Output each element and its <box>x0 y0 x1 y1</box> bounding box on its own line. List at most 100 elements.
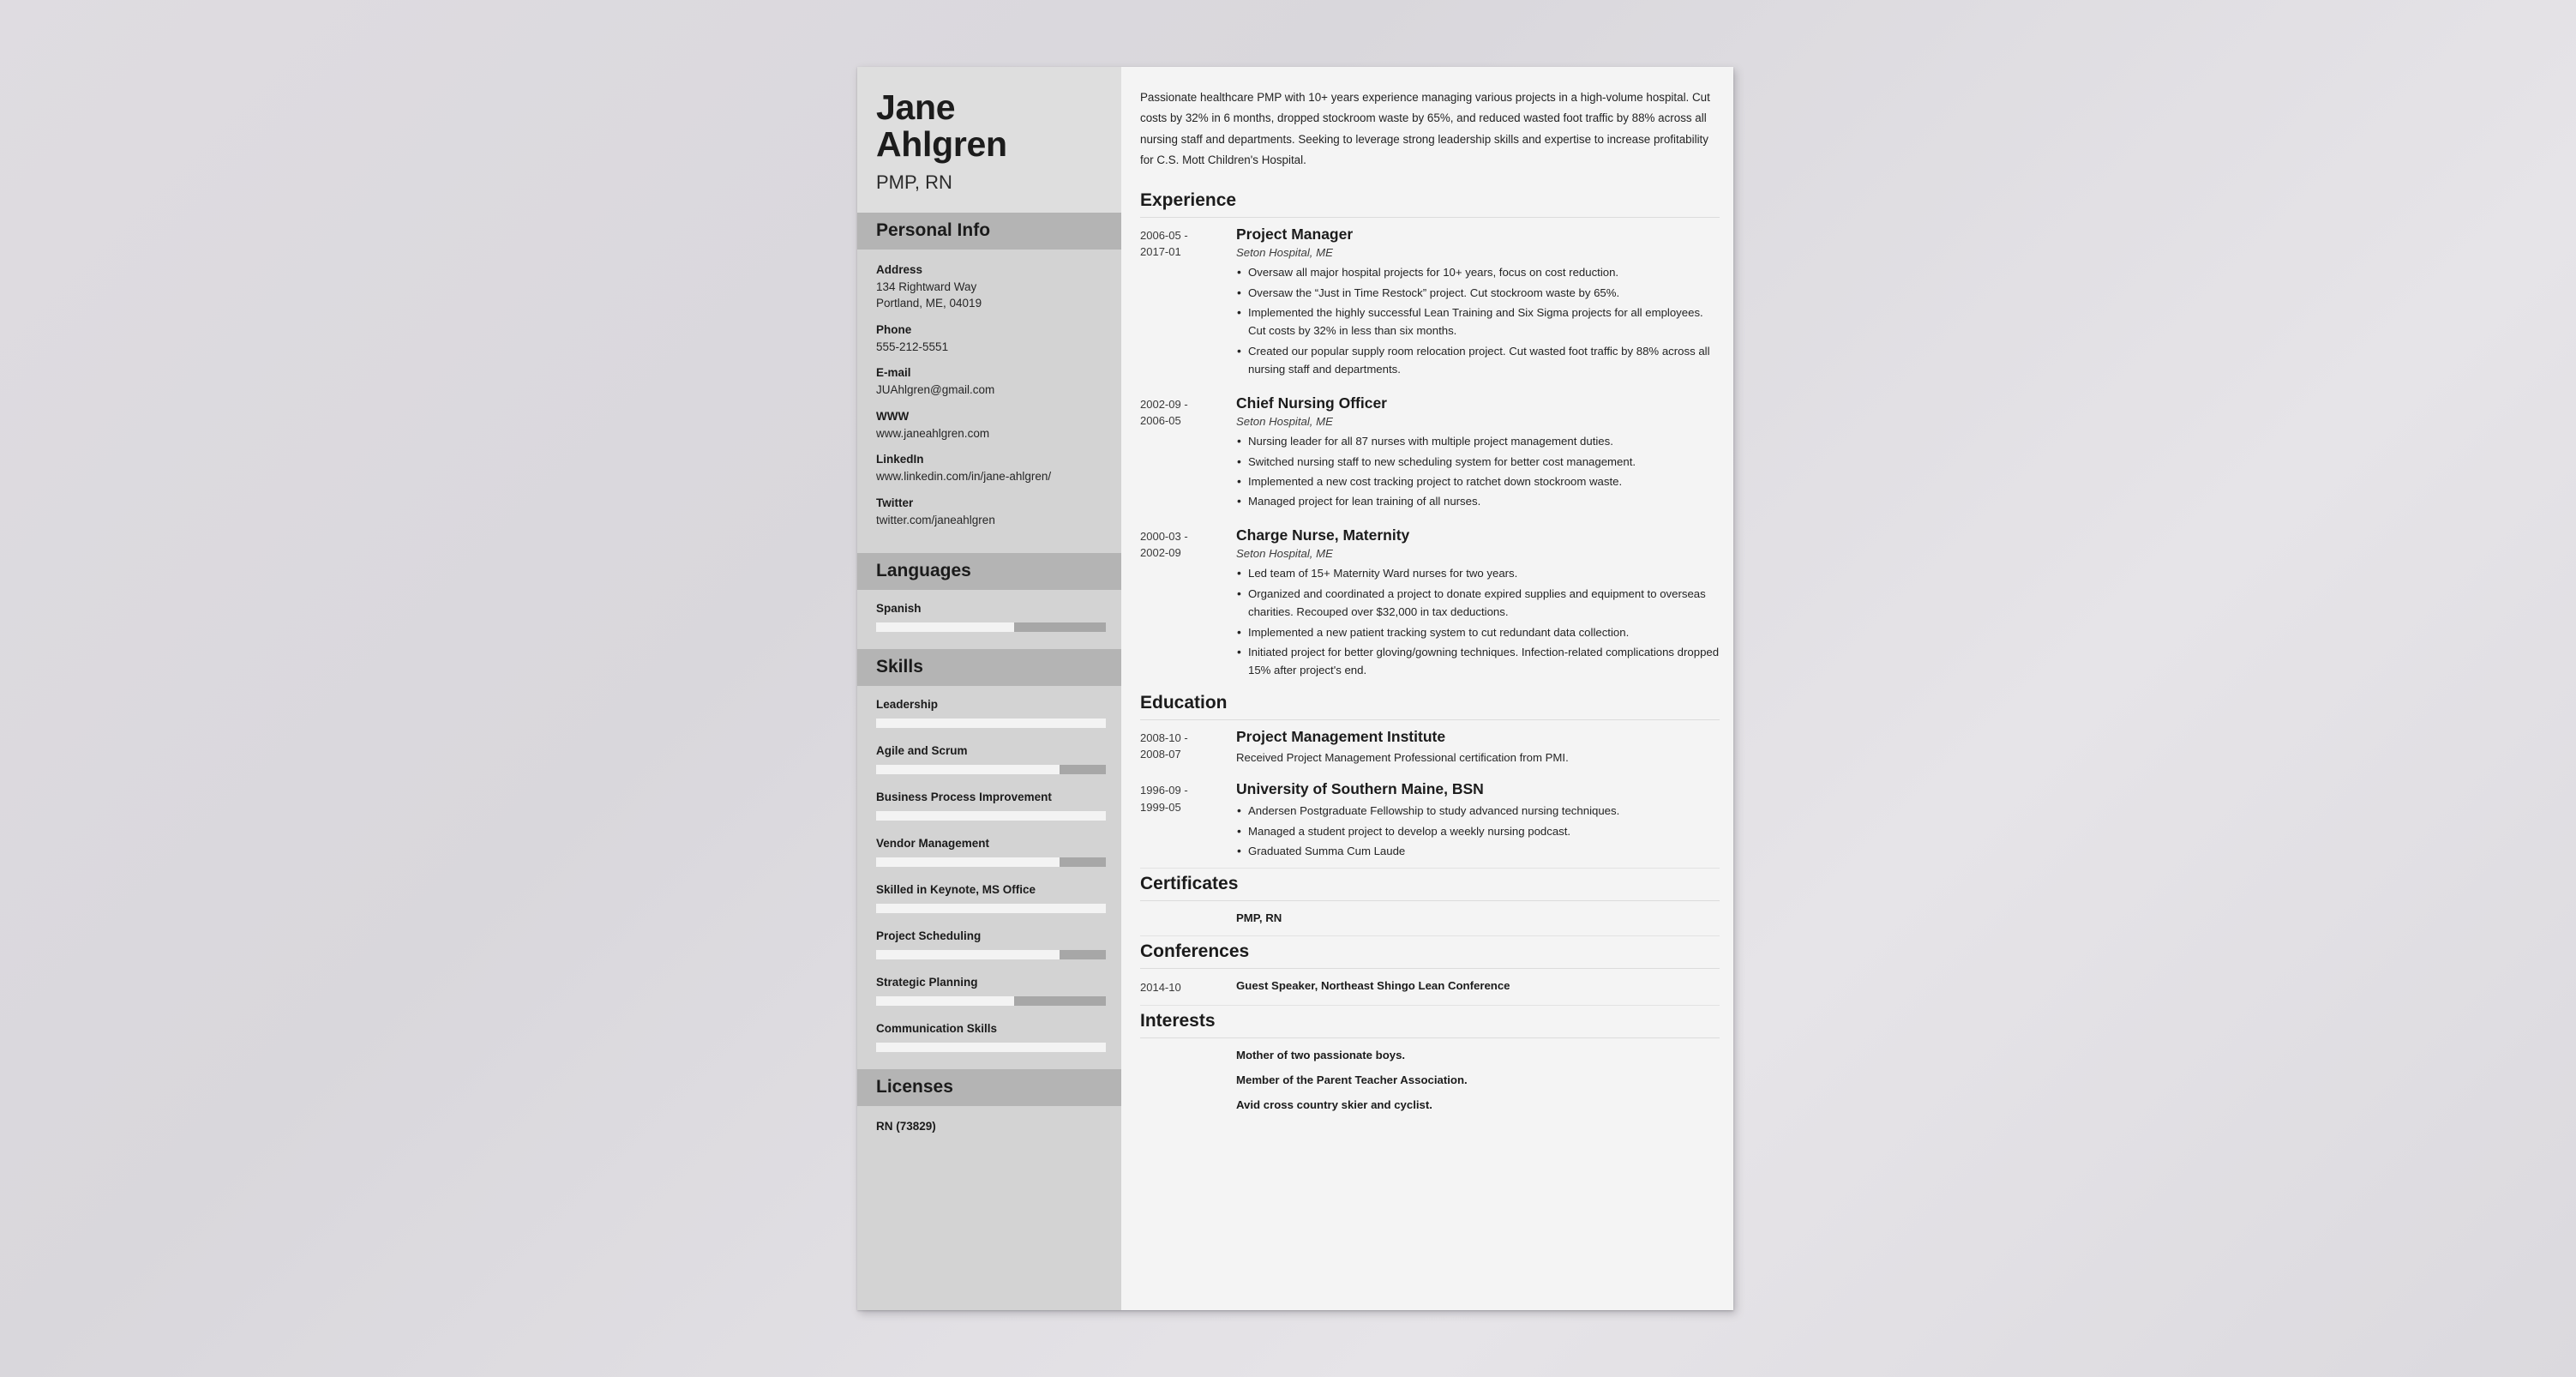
entry-date-end: 2006-05 <box>1140 414 1181 428</box>
entry-title: Project Management Institute <box>1236 727 1446 745</box>
skill-label: Agile and Scrum <box>876 743 968 757</box>
info-value[interactable]: www.janeahlgren.com <box>876 425 1102 442</box>
entry-bullet: Initiated project for better gloving/gow… <box>1236 642 1720 680</box>
conference-text: Guest Speaker, Northeast Shingo Lean Con… <box>1236 979 1510 993</box>
info-value[interactable]: www.linkedin.com/in/jane-ahlgren/ <box>876 468 1102 484</box>
skill-item-communication-skills: Communication Skills <box>876 1021 1106 1052</box>
skill-level-bar <box>876 1042 1106 1052</box>
language-level-bar <box>876 622 1106 632</box>
experience-entry-chief-nursing-officer: 2002-09 - 2006-05 Chief Nursing Officer … <box>1140 387 1720 519</box>
entry-date-end: 2008-07 <box>1140 748 1181 761</box>
personal-info-item-www: WWW www.janeahlgren.com <box>876 410 1102 442</box>
skill-level-bar <box>876 949 1106 959</box>
skill-item-project-scheduling: Project Scheduling <box>876 929 1106 959</box>
entry-bullet: Implemented a new cost tracking project … <box>1236 472 1720 491</box>
sidebar-section-header-personal-info: Personal Info <box>857 212 1121 250</box>
certificate-text: PMP, RN <box>1236 911 1282 925</box>
candidate-first-name: Jane <box>876 87 956 127</box>
entry-organization: Seton Hospital, ME <box>1236 415 1333 429</box>
entry-bullet-list: Andersen Postgraduate Fellowship to stud… <box>1236 801 1720 861</box>
personal-info-item-linkedin: LinkedIn www.linkedin.com/in/jane-ahlgre… <box>876 453 1102 484</box>
skill-level-fill <box>876 857 1060 867</box>
skill-item-business-process-improvement: Business Process Improvement <box>876 790 1106 821</box>
entry-date <box>1140 910 1236 911</box>
entry-bullet: Switched nursing staff to new scheduling… <box>1236 452 1720 472</box>
entry-note: Received Project Management Professional… <box>1236 751 1569 765</box>
entry-bullet: Graduated Summa Cum Laude <box>1236 841 1720 861</box>
entry-date-start: 2002-09 - <box>1140 397 1188 411</box>
info-value[interactable]: twitter.com/janeahlgren <box>876 512 1102 528</box>
section-title-education: Education <box>1140 688 1720 720</box>
entry-date-end: 1999-05 <box>1140 801 1181 815</box>
entry-body: Chief Nursing Officer Seton Hospital, ME… <box>1236 394 1720 513</box>
skill-label: Business Process Improvement <box>876 790 1052 803</box>
entry-date-range: 2000-03 - 2002-09 <box>1140 526 1236 562</box>
entry-date-range: 2008-10 - 2008-07 <box>1140 728 1236 764</box>
entry-bullet: Managed project for lean training of all… <box>1236 491 1720 511</box>
skill-item-leadership: Leadership <box>876 697 1106 728</box>
skill-level-bar <box>876 857 1106 867</box>
professional-summary: Passionate healthcare PMP with 10+ years… <box>1140 91 1710 167</box>
skills-body: Leadership Agile and Scrum Business Proc… <box>857 686 1121 1069</box>
skill-level-bar <box>876 810 1106 821</box>
experience-entry-charge-nurse-maternity: 2000-03 - 2002-09 Charge Nurse, Maternit… <box>1140 519 1720 688</box>
language-item: Spanish <box>876 601 1106 632</box>
info-value[interactable]: JUAhlgren@gmail.com <box>876 382 1102 398</box>
entry-bullet: Andersen Postgraduate Fellowship to stud… <box>1236 801 1720 821</box>
entry-bullet: Led team of 15+ Maternity Ward nurses fo… <box>1236 563 1720 583</box>
certificate-entry: PMP, RN <box>1140 901 1720 937</box>
entry-bullet: Organized and coordinated a project to d… <box>1236 584 1720 622</box>
entry-organization: Seton Hospital, ME <box>1236 547 1333 561</box>
info-value-second-line: Portland, ME, 04019 <box>876 297 982 310</box>
entry-bullet: Oversaw all major hospital projects for … <box>1236 262 1720 282</box>
entry-title: Chief Nursing Officer <box>1236 394 1387 412</box>
entry-bullet: Implemented a new patient tracking syste… <box>1236 622 1720 641</box>
entry-date-range: 2006-05 - 2017-01 <box>1140 225 1236 262</box>
sidebar-filler <box>857 1132 1121 1310</box>
personal-info-item-twitter: Twitter twitter.com/janeahlgren <box>876 496 1102 528</box>
section-title-interests: Interests <box>1140 1006 1720 1038</box>
interest-item: Member of the Parent Teacher Association… <box>1236 1073 1468 1086</box>
entry-bullet: Implemented the highly successful Lean T… <box>1236 303 1720 340</box>
skill-level-bar <box>876 718 1106 728</box>
interest-item: Avid cross country skier and cyclist. <box>1236 1097 1432 1111</box>
skill-label: Leadership <box>876 697 939 711</box>
entry-bullet-list: Oversaw all major hospital projects for … <box>1236 262 1720 378</box>
resume-document: Jane Ahlgren PMP, RN Personal Info Addre… <box>857 67 1733 1310</box>
skill-level-bar <box>876 995 1106 1006</box>
entry-date-end: 2002-09 <box>1140 546 1181 560</box>
interests-body: Mother of two passionate boys. Member of… <box>1140 1038 1720 1111</box>
entry-body: University of Southern Maine, BSN Anders… <box>1236 780 1720 862</box>
entry-bullet: Oversaw the “Just in Time Restock” proje… <box>1236 283 1720 303</box>
entry-bullet-list: Nursing leader for all 87 nurses with mu… <box>1236 431 1720 511</box>
entry-body: Project Management Institute Received Pr… <box>1236 728 1720 767</box>
info-value: 134 Rightward Way <box>876 280 977 293</box>
skill-item-strategic-planning: Strategic Planning <box>876 975 1106 1006</box>
info-label: Address <box>876 262 923 276</box>
personal-info-item-email: E-mail JUAhlgren@gmail.com <box>876 366 1102 398</box>
candidate-job-title: PMP, RN <box>876 171 952 193</box>
entry-date: 2014-10 <box>1140 981 1181 995</box>
skill-level-fill <box>876 1042 1106 1052</box>
info-label: E-mail <box>876 366 911 380</box>
skill-label: Vendor Management <box>876 836 990 850</box>
skill-level-bar <box>876 903 1106 913</box>
name-block: Jane Ahlgren PMP, RN <box>857 67 1121 213</box>
entry-date-range: 2002-09 - 2006-05 <box>1140 394 1236 430</box>
skill-label: Strategic Planning <box>876 975 978 989</box>
language-level-fill <box>876 622 1014 632</box>
language-label: Spanish <box>876 601 922 615</box>
sidebar-section-header-licenses: Licenses <box>857 1068 1121 1106</box>
info-label: WWW <box>876 409 910 423</box>
entry-date-start: 1996-09 - <box>1140 784 1188 797</box>
skill-label: Skilled in Keynote, MS Office <box>876 882 1036 896</box>
entry-date-start: 2000-03 - <box>1140 529 1188 543</box>
skill-label: Communication Skills <box>876 1021 998 1035</box>
skill-label: Project Scheduling <box>876 929 982 942</box>
resume-main-column: Passionate healthcare PMP with 10+ years… <box>1121 67 1733 1310</box>
info-value: 555-212-5551 <box>876 340 949 353</box>
entry-bullet-list: Led team of 15+ Maternity Ward nurses fo… <box>1236 563 1720 680</box>
entry-bullet: Managed a student project to develop a w… <box>1236 821 1720 840</box>
entry-title: Charge Nurse, Maternity <box>1236 526 1410 544</box>
entry-body: Charge Nurse, Maternity Seton Hospital, … <box>1236 526 1720 682</box>
